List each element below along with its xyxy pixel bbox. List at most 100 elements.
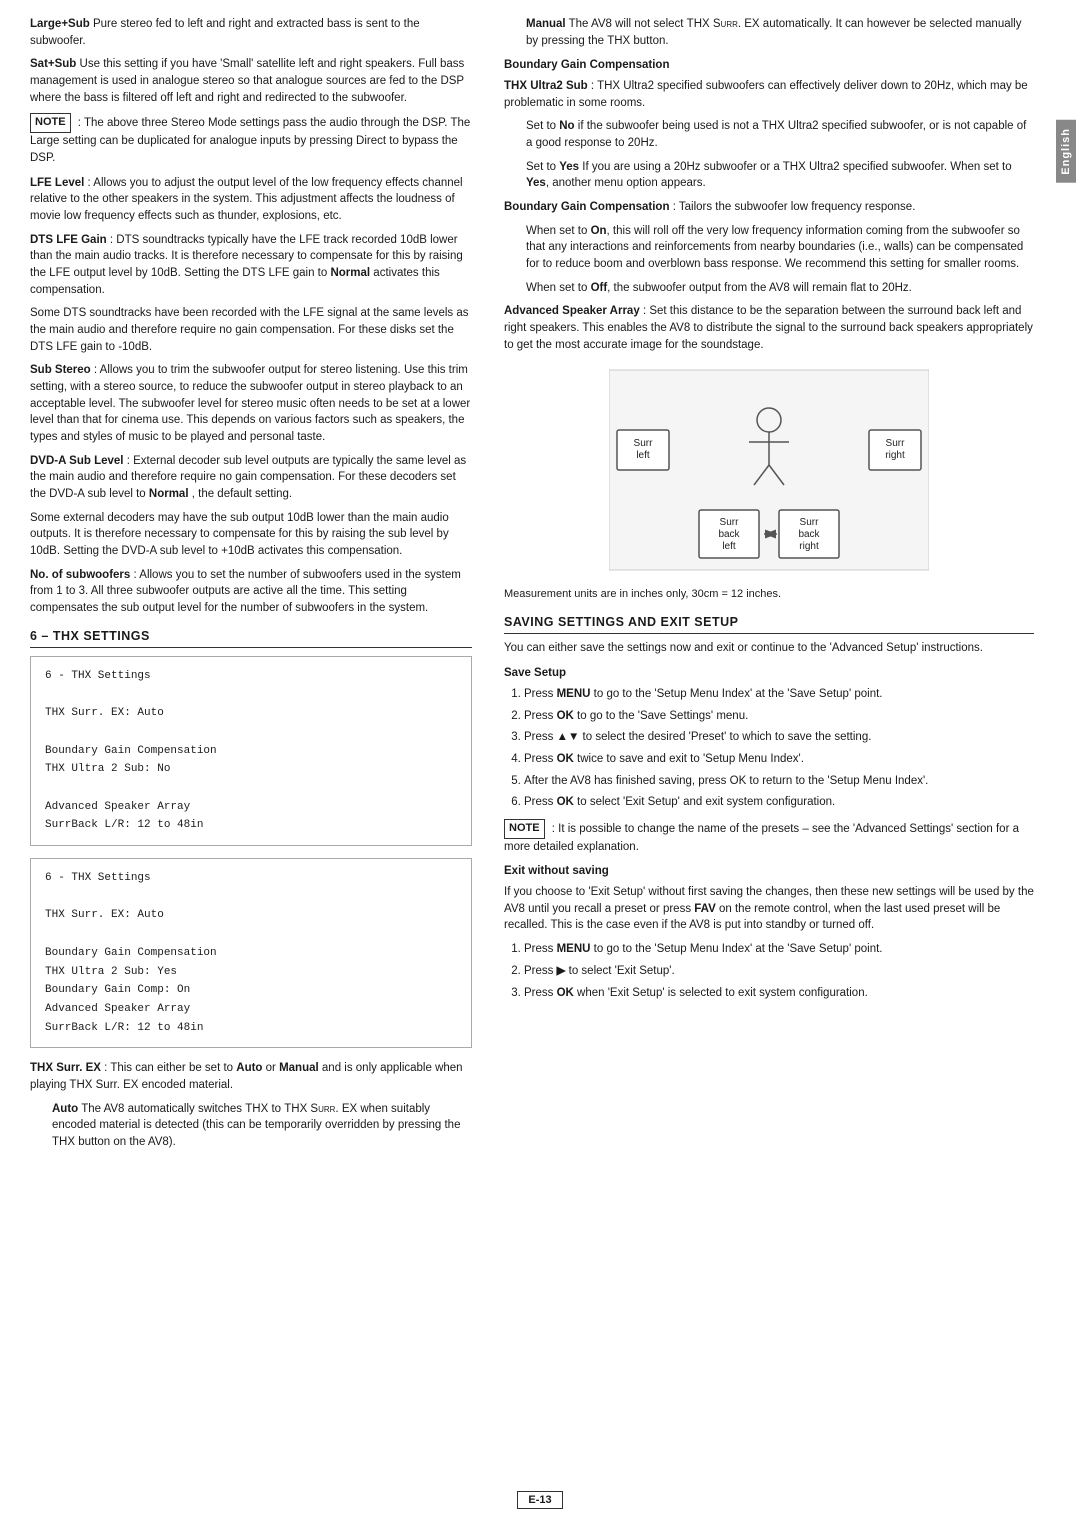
ok-label-1: OK xyxy=(557,710,574,722)
thx-box-1-line-5: Advanced Speaker Array xyxy=(45,798,457,817)
menu-label-2: MENU xyxy=(557,943,591,955)
fav-label: FAV xyxy=(694,903,716,915)
on-bold: On xyxy=(591,225,607,237)
exit-intro-text: If you choose to 'Exit Setup' without fi… xyxy=(504,884,1034,934)
svg-text:Surr: Surr xyxy=(634,438,654,449)
page: English Large+Sub Pure stereo fed to lef… xyxy=(0,0,1080,1527)
num-sub-term: No. of subwoofers xyxy=(30,569,130,581)
set-yes-block: Set to Yes If you are using a 20Hz subwo… xyxy=(526,159,1034,192)
svg-text:Surr: Surr xyxy=(886,438,906,449)
thx-surr-or: or xyxy=(266,1062,279,1074)
saving-section-heading: SAVING SETTINGS AND EXIT SETUP xyxy=(504,613,1034,634)
off-bold: Off xyxy=(591,282,608,294)
thx-box-1-spacer2 xyxy=(45,723,457,742)
boundary-gain-heading: Boundary Gain Compensation xyxy=(504,57,1034,74)
when-on-block: When set to On, this will roll off the v… xyxy=(526,223,1034,273)
measurement-text: Measurement units are in inches only, 30… xyxy=(504,587,1034,603)
large-sub-block: Large+Sub Pure stereo fed to left and ri… xyxy=(30,16,472,49)
boundary-comp-block: Boundary Gain Compensation : Tailors the… xyxy=(504,199,1034,216)
boundary-comp-term: Boundary Gain Compensation xyxy=(504,201,670,213)
thx-section-heading: 6 – THX SETTINGS xyxy=(30,627,472,648)
svg-text:left: left xyxy=(636,450,650,461)
thx-ultra2-sub-block: THX Ultra2 Sub : THX Ultra2 specified su… xyxy=(504,78,1034,111)
sidebar-tab: English xyxy=(1052,0,1080,1527)
right-column: Manual The AV8 will not select THX Surr.… xyxy=(490,10,1052,1517)
page-number: E-13 xyxy=(517,1491,562,1509)
num-subwoofers-block: No. of subwoofers : Allows you to set th… xyxy=(30,567,472,617)
save-step-2: Press OK to go to the 'Save Settings' me… xyxy=(524,708,1034,725)
save-step-3: Press ▲▼ to select the desired 'Preset' … xyxy=(524,729,1034,746)
thx-box-2: 6 - THX Settings THX Surr. EX: Auto Boun… xyxy=(30,858,472,1048)
sub-stereo-text: : Allows you to trim the subwoofer outpu… xyxy=(30,364,470,443)
auto-block: Auto The AV8 automatically switches THX … xyxy=(52,1101,472,1151)
auto-label: Auto xyxy=(236,1062,262,1074)
dvd-a-sub-block: DVD-A Sub Level : External decoder sub l… xyxy=(30,453,472,503)
svg-text:right: right xyxy=(799,541,819,552)
no-bold: No xyxy=(559,120,574,132)
sub-stereo-term: Sub Stereo xyxy=(30,364,91,376)
boundary-comp-text: : Tailors the subwoofer low frequency re… xyxy=(673,201,916,213)
yes-bold2: Yes xyxy=(526,177,546,189)
exit-step-2: Press ▶ to select 'Exit Setup'. xyxy=(524,963,1034,980)
dvd-a-text2: , the default setting. xyxy=(192,488,292,500)
thx-box-2-spacer2 xyxy=(45,925,457,944)
thx-box-1-line-2: THX Surr. EX: Auto xyxy=(45,704,457,723)
ok-label-3: OK xyxy=(557,796,574,808)
set-no-block: Set to No if the subwoofer being used is… xyxy=(526,118,1034,151)
dvd-a-note: Some external decoders may have the sub … xyxy=(30,510,472,560)
thx-box-2-line-7: SurrBack L/R: 12 to 48in xyxy=(45,1019,457,1038)
thx-box-1-line-4: THX Ultra 2 Sub: No xyxy=(45,760,457,779)
svg-text:back: back xyxy=(718,529,740,540)
left-column: Large+Sub Pure stereo fed to left and ri… xyxy=(0,10,490,1517)
thx-surr-ex-text: : This can either be set to xyxy=(104,1062,236,1074)
auto-term: Auto xyxy=(52,1103,78,1115)
thx-box-1-spacer1 xyxy=(45,686,457,705)
save-step-4: Press OK twice to save and exit to 'Setu… xyxy=(524,751,1034,768)
thx-box-1-line-1: 6 - THX Settings xyxy=(45,667,457,686)
dts-note-block: Some DTS soundtracks have been recorded … xyxy=(30,305,472,355)
exit-step-3: Press OK when 'Exit Setup' is selected t… xyxy=(524,985,1034,1002)
note-text-1: : The above three Stereo Mode settings p… xyxy=(30,117,470,164)
footer: E-13 xyxy=(0,1491,1080,1509)
svg-text:Surr: Surr xyxy=(720,517,740,528)
note-presets: NOTE : It is possible to change the name… xyxy=(504,819,1034,856)
manual-block: Manual The AV8 will not select THX Surr.… xyxy=(526,16,1034,49)
sub-stereo-block: Sub Stereo : Allows you to trim the subw… xyxy=(30,362,472,445)
manual-term: Manual xyxy=(526,18,566,30)
thx-box-2-spacer1 xyxy=(45,888,457,907)
note-label-2: NOTE xyxy=(504,819,545,839)
menu-label-1: MENU xyxy=(557,688,591,700)
sat-sub-term: Sat+Sub xyxy=(30,58,76,70)
thx-surr-ex-block: THX Surr. EX : This can either be set to… xyxy=(30,1060,472,1093)
sat-sub-text: Use this setting if you have 'Small' sat… xyxy=(30,58,464,103)
thx-box-2-line-4: THX Ultra 2 Sub: Yes xyxy=(45,963,457,982)
when-off-block: When set to Off, the subwoofer output fr… xyxy=(526,280,1034,297)
save-step-6: Press OK to select 'Exit Setup' and exit… xyxy=(524,794,1034,811)
thx-box-2-line-5: Boundary Gain Comp: On xyxy=(45,981,457,1000)
svg-text:Surr: Surr xyxy=(800,517,820,528)
lfe-level-text: : Allows you to adjust the output level … xyxy=(30,177,463,222)
thx-box-2-line-3: Boundary Gain Compensation xyxy=(45,944,457,963)
thx-ultra2-term: THX Ultra2 Sub xyxy=(504,80,588,92)
manual-text: Manual The AV8 will not select THX Surr.… xyxy=(526,16,1034,49)
saving-intro-text: You can either save the settings now and… xyxy=(504,640,1034,657)
save-step-1: Press MENU to go to the 'Setup Menu Inde… xyxy=(524,686,1034,703)
manual-label: Manual xyxy=(279,1062,319,1074)
right-arrow: ▶ xyxy=(557,965,566,977)
arrow-label: ▲▼ xyxy=(557,731,580,743)
note-stereo-mode: NOTE : The above three Stereo Mode setti… xyxy=(30,113,472,166)
dvd-a-sub-term: DVD-A Sub Level xyxy=(30,455,124,467)
svg-text:back: back xyxy=(798,529,820,540)
thx-small-3: THX xyxy=(52,1136,75,1148)
thx-small-1: THX xyxy=(245,1103,268,1115)
save-steps-list: Press MENU to go to the 'Setup Menu Inde… xyxy=(524,686,1034,811)
dts-lfe-gain-block: DTS LFE Gain : DTS soundtracks typically… xyxy=(30,232,472,299)
exit-steps-list: Press MENU to go to the 'Setup Menu Inde… xyxy=(524,941,1034,1001)
save-setup-heading: Save Setup xyxy=(504,665,1034,682)
sat-sub-block: Sat+Sub Use this setting if you have 'Sm… xyxy=(30,56,472,106)
thx-small-2: THX Surr. EX xyxy=(284,1103,357,1115)
svg-text:right: right xyxy=(885,450,905,461)
sidebar-language-label: English xyxy=(1056,120,1076,183)
adv-speaker-block: Advanced Speaker Array : Set this distan… xyxy=(504,303,1034,353)
speaker-diagram: Surr left Surr right xyxy=(504,365,1034,575)
